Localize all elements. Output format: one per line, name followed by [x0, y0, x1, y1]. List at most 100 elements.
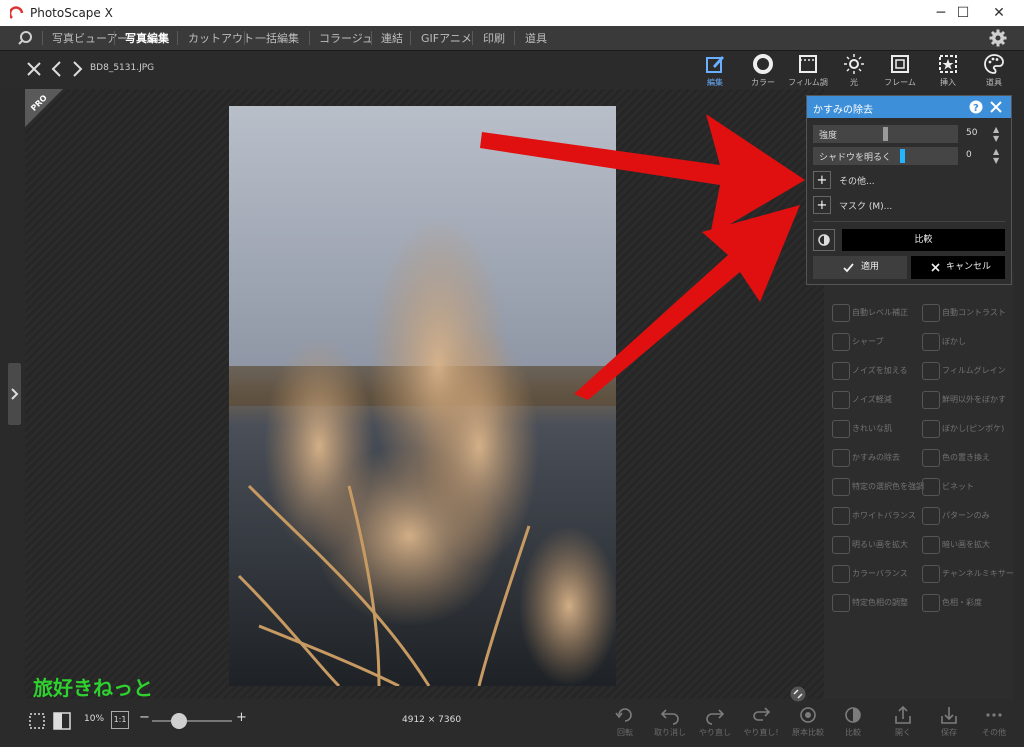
- tool-light[interactable]: 光: [831, 51, 877, 89]
- open-button[interactable]: 開く: [882, 705, 924, 743]
- menu-photo-edit[interactable]: 写真編集: [125, 30, 169, 46]
- filter-list-item[interactable]: ビネット: [918, 474, 1003, 498]
- dehaze-dialog: かすみの除去 ? 強度 50 ▲ ▼ シャドウを明るく 0 ▲ ▼ + その他...…: [806, 95, 1012, 285]
- filter-thumbnail-icon: [922, 594, 940, 612]
- zoom-in-button[interactable]: +: [236, 710, 247, 725]
- menu-batch[interactable]: 一括編集: [255, 30, 299, 46]
- redo-icon: [706, 709, 725, 725]
- strength-value[interactable]: 50: [966, 128, 977, 138]
- zoom-slider-thumb[interactable]: [171, 713, 187, 729]
- next-arrow-icon[interactable]: [70, 61, 84, 77]
- tool-film[interactable]: フィルム調: [785, 51, 831, 89]
- zoom-out-button[interactable]: −: [139, 710, 150, 725]
- more-dots-icon: [986, 713, 1002, 717]
- filter-label: フィルムグレイン: [942, 366, 1006, 375]
- redo-button[interactable]: やり直し: [694, 705, 736, 743]
- tool-tools[interactable]: 道具: [971, 51, 1017, 89]
- gear-icon[interactable]: [989, 29, 1007, 47]
- filter-list-item[interactable]: 色相・彩度: [918, 590, 1003, 614]
- filter-list-item[interactable]: シャープ: [828, 329, 913, 353]
- filter-thumbnail-icon: [922, 565, 940, 583]
- filter-list-item[interactable]: 鮮明以外をぼかす: [918, 387, 1006, 411]
- menu-combine[interactable]: 連結: [381, 30, 403, 46]
- strength-slider-thumb[interactable]: [883, 127, 888, 141]
- strength-label: 強度: [819, 131, 838, 141]
- compare-button[interactable]: 比較: [842, 229, 1005, 251]
- filter-list-item[interactable]: フィルムグレイン: [918, 358, 1006, 382]
- apply-button[interactable]: 適用: [813, 256, 907, 279]
- tool-edit[interactable]: 編集: [692, 51, 738, 89]
- tool-insert[interactable]: 挿入: [925, 51, 971, 89]
- brighten-shadows-spinner[interactable]: ▲ ▼: [993, 147, 999, 165]
- filter-list-item[interactable]: 暗い画を拡大: [918, 532, 1003, 556]
- undo-button[interactable]: 取り消し: [649, 705, 691, 743]
- redo-all-button[interactable]: やり直し!: [740, 705, 782, 743]
- filter-thumbnail-icon: [832, 420, 850, 438]
- filter-list-item[interactable]: チャンネルミキサー: [918, 561, 1014, 585]
- filter-label: 色相・彩度: [942, 598, 982, 607]
- brighten-shadows-value[interactable]: 0: [966, 150, 972, 160]
- prev-arrow-icon[interactable]: [50, 61, 64, 77]
- close-icon[interactable]: [990, 101, 1002, 113]
- search-icon[interactable]: [17, 30, 33, 46]
- compare-original-button[interactable]: 原本比較: [787, 705, 829, 743]
- plus-icon[interactable]: +: [813, 171, 831, 189]
- filter-list-item[interactable]: ノイズを加える: [828, 358, 913, 382]
- brighten-shadows-slider[interactable]: シャドウを明るく 0 ▲ ▼: [813, 147, 1005, 165]
- edit-icon: [706, 56, 724, 73]
- strength-spinner[interactable]: ▲ ▼: [993, 125, 999, 143]
- filter-list-item[interactable]: ホワイトバランス: [828, 503, 916, 527]
- svg-text:?: ?: [973, 103, 979, 114]
- zoom-level[interactable]: 10%: [84, 714, 104, 724]
- brighten-shadows-slider-thumb[interactable]: [900, 149, 905, 163]
- filter-list-item[interactable]: 特定色相の調整: [828, 590, 913, 614]
- filter-thumbnail-icon: [922, 536, 940, 554]
- actual-size-button[interactable]: 1:1: [111, 711, 129, 729]
- left-panel-toggle[interactable]: [8, 363, 21, 425]
- filter-list-item[interactable]: 自動レベル補正: [828, 300, 913, 324]
- filter-thumbnail-icon: [922, 391, 940, 409]
- filter-list-item[interactable]: パターンのみ: [918, 503, 1003, 527]
- editor-toolbar: BD8_5131.JPG 編集 カラー フィルム調 光 フレーム 挿入 道具: [0, 51, 1024, 89]
- mask-expander[interactable]: + マスク (M)...: [813, 196, 1005, 214]
- close-window-button[interactable]: ✕: [976, 0, 1022, 26]
- compare-button[interactable]: 比較: [832, 705, 874, 743]
- filter-list-item[interactable]: カラーバランス: [828, 561, 913, 585]
- menu-tools[interactable]: 道具: [525, 30, 547, 46]
- menu-collage[interactable]: コラージュ: [319, 30, 373, 46]
- strength-slider[interactable]: 強度 50 ▲ ▼: [813, 125, 1005, 143]
- tool-color[interactable]: カラー: [740, 51, 786, 89]
- compare-toggle-button[interactable]: [813, 229, 835, 251]
- cancel-button[interactable]: キャンセル: [911, 256, 1005, 279]
- filter-list-item[interactable]: かすみの除去: [828, 445, 913, 469]
- filter-list-item[interactable]: 色の置き換え: [918, 445, 1003, 469]
- bottom-statusbar: 10% 1:1 − + 4912 × 7360 回転 取り消し やり直し やり直…: [0, 699, 1024, 747]
- more-options-expander[interactable]: + その他...: [813, 171, 1005, 189]
- tool-frame[interactable]: フレーム: [877, 51, 923, 89]
- filter-list-item[interactable]: ぼかし: [918, 329, 1003, 353]
- filter-list-item[interactable]: ぼかし(ピンボケ): [918, 416, 1004, 440]
- filter-list-item[interactable]: 特定の選択色を強調: [828, 474, 924, 498]
- plus-icon[interactable]: +: [813, 196, 831, 214]
- save-button[interactable]: 保存: [928, 705, 970, 743]
- menu-print[interactable]: 印刷: [483, 30, 505, 46]
- filter-list-item[interactable]: 自動コントラスト: [918, 300, 1006, 324]
- filter-list-item[interactable]: 明るい画を拡大: [828, 532, 913, 556]
- menu-gif[interactable]: GIFアニメ: [421, 30, 472, 46]
- filter-label: チャンネルミキサー: [942, 569, 1014, 578]
- crop-select-icon[interactable]: [28, 712, 46, 730]
- fit-view-icon[interactable]: [53, 712, 71, 730]
- menu-photo-viewer[interactable]: 写真ビューアー: [52, 30, 128, 46]
- more-button[interactable]: その他: [973, 705, 1015, 743]
- undo-icon: [660, 709, 679, 725]
- rotate-button[interactable]: 回転: [604, 705, 646, 743]
- close-editor-icon[interactable]: [26, 61, 42, 77]
- filter-list-item[interactable]: きれいな肌: [828, 416, 913, 440]
- filter-list-item[interactable]: ノイズ軽減: [828, 387, 913, 411]
- filter-thumbnail-icon: [832, 333, 850, 351]
- filter-label: きれいな肌: [852, 424, 892, 433]
- zoom-slider-track[interactable]: [152, 720, 232, 722]
- brighten-shadows-label: シャドウを明るく: [819, 153, 892, 163]
- fullscreen-toggle-icon[interactable]: [790, 686, 806, 702]
- help-icon[interactable]: ?: [969, 100, 983, 114]
